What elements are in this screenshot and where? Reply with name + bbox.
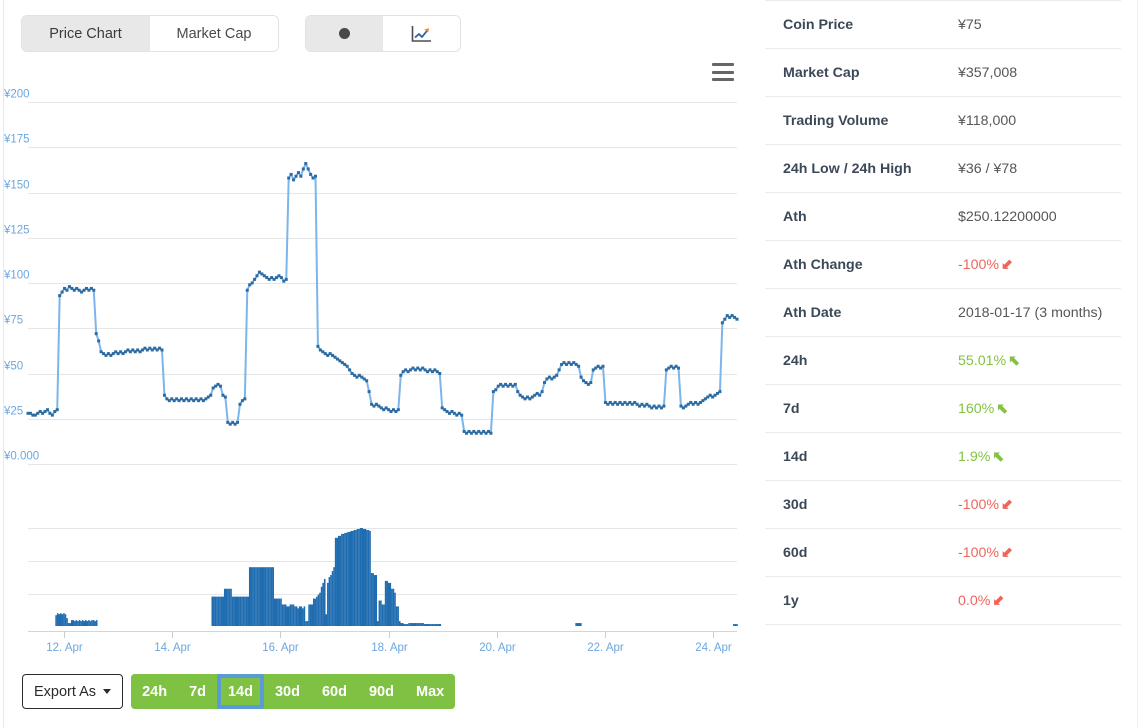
chart-mode-tabs[interactable]: Price Chart Market Cap (21, 15, 279, 52)
y-axis-tick-label: ¥200 (3, 89, 30, 101)
tab-price-chart[interactable]: Price Chart (22, 16, 150, 51)
chart-column: Price Chart Market Cap (0, 0, 760, 728)
tab-scatter-type[interactable] (306, 16, 383, 51)
export-as-label: Export As (34, 684, 96, 700)
table-row: Market Cap¥357,008 (765, 49, 1121, 97)
stat-key: 30d (765, 481, 940, 529)
timespan-button-30d[interactable]: 30d (264, 674, 311, 709)
stat-value: ¥118,000 (940, 97, 1121, 145)
stat-key: Ath (765, 193, 940, 241)
table-row: 7d160% ⬉ (765, 385, 1121, 433)
x-axis-tick-label: 18. Apr (371, 642, 408, 654)
y-axis-tick-label: ¥175 (3, 134, 30, 146)
y-axis-tick-label: ¥150 (3, 180, 30, 192)
timespan-button-14d[interactable]: 14d (217, 674, 264, 709)
stat-key: 60d (765, 529, 940, 577)
x-axis-tick-label: 14. Apr (154, 642, 191, 654)
arrow-down-icon: ⬋ (1001, 257, 1013, 273)
chart-canvas[interactable]: ¥200 ¥175 ¥150 ¥125 ¥100 ¥75 ¥50 ¥25 ¥0.000 12. A… (0, 88, 760, 658)
stat-value: ¥75 (940, 1, 1121, 49)
y-axis-tick-label: ¥75 (3, 315, 23, 327)
stat-value: 2018-01-17 (3 months) (940, 289, 1121, 337)
stats-column: Coin Price¥75Market Cap¥357,008Trading V… (765, 0, 1137, 728)
x-axis-tick-label: 22. Apr (587, 642, 624, 654)
table-row: Coin Price¥75 (765, 1, 1121, 49)
tab-line-type[interactable] (383, 16, 460, 51)
timespan-button-60d[interactable]: 60d (311, 674, 358, 709)
chevron-down-icon (103, 689, 111, 694)
y-axis-tick-label: ¥125 (3, 225, 30, 237)
timespan-button-90d[interactable]: 90d (358, 674, 405, 709)
price-point-markers (27, 162, 739, 435)
stat-key: 24h Low / 24h High (765, 145, 940, 193)
x-axis-tick-label: 12. Apr (46, 642, 83, 654)
stat-key: 7d (765, 385, 940, 433)
stat-value: 1.9% ⬉ (940, 433, 1121, 481)
stat-value: -100% ⬋ (940, 241, 1121, 289)
coin-chart-page: Price Chart Market Cap (0, 0, 1147, 728)
stat-key: 24h (765, 337, 940, 385)
stat-key: Market Cap (765, 49, 940, 97)
price-and-volume-chart[interactable]: ¥200 ¥175 ¥150 ¥125 ¥100 ¥75 ¥50 ¥25 ¥0.000 12. A… (0, 88, 760, 658)
arrow-down-icon: ⬋ (1001, 497, 1013, 513)
stat-key: Trading Volume (765, 97, 940, 145)
stat-value: -100% ⬋ (940, 481, 1121, 529)
timespan-button-24h[interactable]: 24h (131, 674, 178, 709)
x-axis-tick-label: 16. Apr (262, 642, 299, 654)
stat-value: 55.01% ⬉ (940, 337, 1121, 385)
arrow-up-icon: ⬉ (1008, 353, 1020, 369)
stat-value: 160% ⬉ (940, 385, 1121, 433)
stat-value: ¥357,008 (940, 49, 1121, 97)
hamburger-bar-2 (712, 71, 734, 74)
chart-toolbar: Price Chart Market Cap (21, 15, 461, 52)
line-chart-icon (411, 25, 432, 43)
arrow-down-icon: ⬋ (1001, 545, 1013, 561)
arrow-up-icon: ⬉ (996, 401, 1008, 417)
y-axis-tick-label: ¥0.000 (3, 451, 39, 463)
stat-key: Ath Change (765, 241, 940, 289)
stat-key: 1y (765, 577, 940, 625)
stat-value: $250.12200000 (940, 193, 1121, 241)
stat-key: Ath Date (765, 289, 940, 337)
table-row: 24h55.01% ⬉ (765, 337, 1121, 385)
table-row: 60d-100% ⬋ (765, 529, 1121, 577)
arrow-down-icon: ⬋ (992, 593, 1004, 609)
dot-icon (339, 28, 350, 39)
right-divider (1137, 0, 1138, 728)
stat-value: ¥36 / ¥78 (940, 145, 1121, 193)
arrow-up-icon: ⬉ (992, 449, 1004, 465)
coin-stats-table: Coin Price¥75Market Cap¥357,008Trading V… (765, 0, 1121, 625)
y-axis-tick-label: ¥25 (3, 406, 23, 418)
timespan-button-max[interactable]: Max (405, 674, 455, 709)
chart-controls: Export As 24h7d14d30d60d90dMax (22, 674, 455, 709)
table-row: Trading Volume¥118,000 (765, 97, 1121, 145)
table-row: 1y0.0% ⬋ (765, 577, 1121, 625)
stat-key: Coin Price (765, 1, 940, 49)
volume-bars (55, 528, 737, 626)
export-as-button[interactable]: Export As (22, 674, 123, 709)
x-axis-tick-label: 24. Apr (695, 642, 732, 654)
table-row: 14d1.9% ⬉ (765, 433, 1121, 481)
timespan-button-7d[interactable]: 7d (178, 674, 217, 709)
hamburger-bar-3 (712, 78, 734, 81)
hamburger-menu-icon[interactable] (712, 63, 734, 81)
table-row: 24h Low / 24h High¥36 / ¥78 (765, 145, 1121, 193)
y-axis-tick-label: ¥50 (3, 361, 23, 373)
stat-value: 0.0% ⬋ (940, 577, 1121, 625)
table-row: Ath Date2018-01-17 (3 months) (765, 289, 1121, 337)
table-row: 30d-100% ⬋ (765, 481, 1121, 529)
x-axis-tick-label: 20. Apr (479, 642, 516, 654)
price-line (28, 164, 737, 434)
chart-type-tabs[interactable] (305, 15, 461, 52)
stat-value: -100% ⬋ (940, 529, 1121, 577)
y-axis-tick-label: ¥100 (3, 270, 30, 282)
hamburger-bar-1 (712, 63, 734, 66)
stat-key: 14d (765, 433, 940, 481)
table-row: Ath Change-100% ⬋ (765, 241, 1121, 289)
tab-market-cap[interactable]: Market Cap (150, 16, 278, 51)
timespan-button-group[interactable]: 24h7d14d30d60d90dMax (131, 674, 455, 709)
table-row: Ath$250.12200000 (765, 193, 1121, 241)
